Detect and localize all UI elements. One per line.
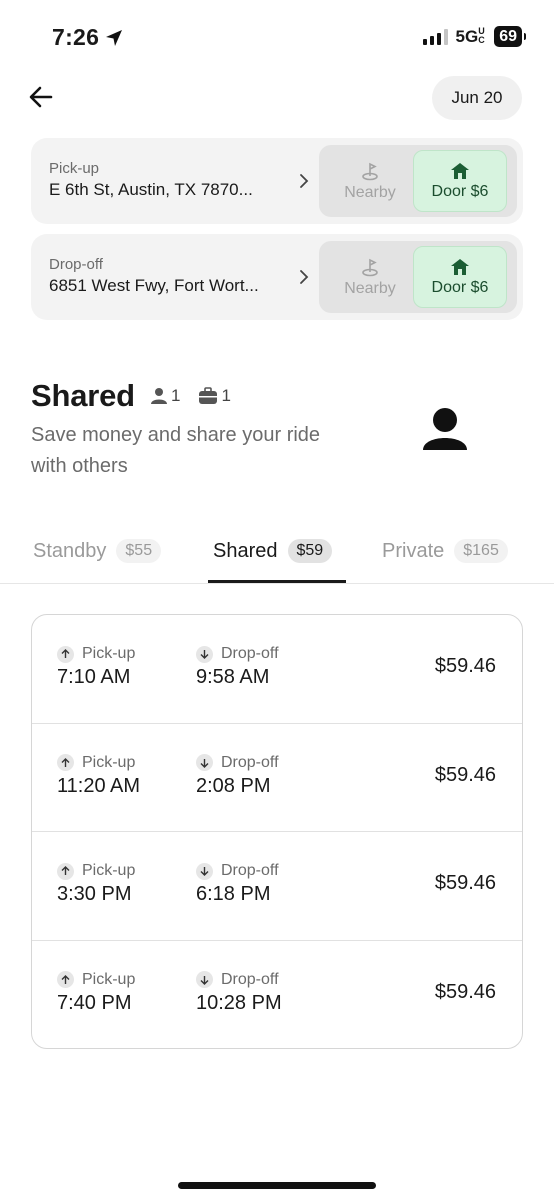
chevron-right-icon[interactable] [297,268,311,286]
arrow-down-icon [196,971,213,988]
status-time-text: 7:26 [52,24,100,50]
bag-count: 1 [221,386,231,405]
pickup-door-label: Door $6 [431,182,489,200]
date-chip[interactable]: Jun 20 [432,76,522,120]
pickup-time: 7:40 PM [57,991,132,1014]
shared-rider-icon [423,408,467,450]
chevron-right-icon[interactable] [297,172,311,190]
tab-private[interactable]: Private $165 [382,536,508,566]
trip-row[interactable]: Pick-up 7:10 AM Drop-off 9:58 AM $59.46 [32,615,522,724]
capacity-info: 1 1 [150,386,231,406]
arrow-up-icon [57,754,74,771]
trip-price: $59.46 [434,763,496,786]
signal-icon [422,28,448,45]
dropoff-label: Drop-off [221,970,279,988]
pickup-label: Pick-up [82,645,136,662]
dropoff-time: 10:28 PM [196,991,282,1014]
tab-standby[interactable]: Standby $55 [33,536,162,566]
trip-price: $59.46 [434,655,496,677]
arrow-up-icon [57,645,74,663]
dropoff-card: Drop-off 6851 West Fwy, Fort Wort... Nea… [31,234,523,320]
dropoff-address: 6851 West Fwy, Fort Wort... [49,276,259,295]
trip-schedule-list: Pick-up 7:10 AM Drop-off 9:58 AM $59.46 … [31,614,523,1049]
pickup-location[interactable]: Pick-up E 6th St, Austin, TX 7870... [49,160,289,200]
trip-row[interactable]: Pick-up 11:20 AM Drop-off 2:08 PM $59.46 [32,724,522,832]
arrow-down-icon [196,645,213,663]
luggage-icon [199,387,218,404]
tab-shared-label: Shared [213,539,278,562]
dropoff-time: 9:58 AM [196,666,270,688]
tab-shared[interactable]: Shared $59 [213,536,333,566]
tab-standby-price: $55 [116,539,162,563]
home-icon [451,162,469,179]
trip-price: $59.46 [434,980,496,1003]
pin-flag-icon [362,162,378,180]
date-label: Jun 20 [451,88,503,107]
arrow-up-icon [57,971,74,988]
pickup-door-option[interactable]: Door $6 [413,150,507,212]
pickup-label: Pick-up [82,753,136,771]
arrow-left-icon [29,86,53,108]
home-indicator [178,1182,376,1189]
status-time: 7:26 [52,24,123,51]
tab-shared-price: $59 [287,539,333,563]
dropoff-type-toggle: Nearby Door $6 [319,241,517,313]
dropoff-door-label: Door $6 [431,278,489,296]
status-bar: 7:26 5GUC 69 [0,0,554,76]
passenger-count: 1 [171,386,181,405]
ride-type-tabs: Standby $55 Shared $59 Private $165 [0,526,554,584]
ride-type-title: Shared [31,378,135,413]
pickup-time: 3:30 PM [57,883,132,905]
home-icon [451,258,469,275]
tab-private-label: Private [382,539,445,562]
network-indicator: 5GUC [455,25,485,46]
active-tab-indicator [208,580,346,583]
pickup-time: 7:10 AM [57,666,131,688]
tab-private-price: $165 [454,539,508,563]
pickup-label: Pick-up [49,160,100,177]
trip-row[interactable]: Pick-up 3:30 PM Drop-off 6:18 PM $59.46 [32,832,522,941]
pickup-address: E 6th St, Austin, TX 7870... [49,180,253,199]
dropoff-time: 2:08 PM [196,774,271,797]
dropoff-label: Drop-off [221,862,279,879]
arrow-down-icon [196,862,213,880]
ride-type-description: Save money and share your ride with othe… [31,424,321,477]
dropoff-location[interactable]: Drop-off 6851 West Fwy, Fort Wort... [49,256,289,296]
arrow-down-icon [196,754,213,771]
tab-standby-label: Standby [33,539,107,562]
trip-price: $59.46 [434,872,496,894]
dropoff-time: 6:18 PM [196,883,271,905]
dropoff-nearby-label: Nearby [344,279,396,297]
battery-icon: 69 [494,26,526,47]
dropoff-nearby-option[interactable]: Nearby [323,246,417,308]
location-arrow-icon [106,29,123,46]
dropoff-label: Drop-off [221,645,279,662]
arrow-up-icon [57,862,74,880]
pickup-card: Pick-up E 6th St, Austin, TX 7870... Nea… [31,138,523,224]
pin-flag-icon [362,258,378,276]
pickup-nearby-option[interactable]: Nearby [323,150,417,212]
dropoff-label: Drop-off [221,753,279,771]
pickup-nearby-label: Nearby [344,183,396,201]
pickup-label: Pick-up [82,862,136,879]
back-button[interactable] [24,80,58,114]
dropoff-door-option[interactable]: Door $6 [413,246,507,308]
pickup-label: Pick-up [82,970,136,988]
pickup-time: 11:20 AM [57,774,141,797]
dropoff-label: Drop-off [49,256,103,273]
trip-row[interactable]: Pick-up 7:40 PM Drop-off 10:28 PM $59.46 [32,941,522,1049]
pickup-type-toggle: Nearby Door $6 [319,145,517,217]
person-icon [151,388,167,404]
